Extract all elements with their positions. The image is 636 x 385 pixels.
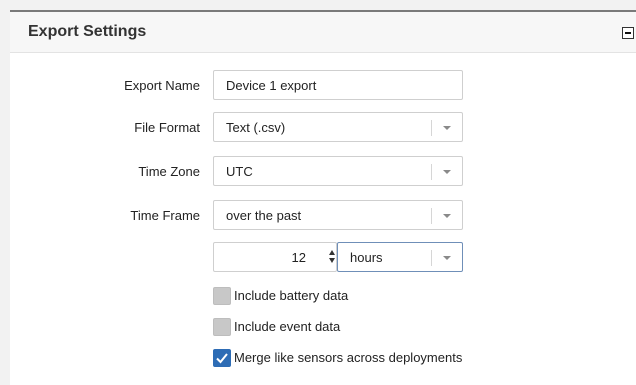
- include-event-checkbox[interactable]: [213, 318, 231, 336]
- collapse-minus-icon[interactable]: [622, 27, 634, 39]
- merge-sensors-checkbox[interactable]: [213, 349, 231, 367]
- caret-down-icon: [443, 126, 451, 130]
- spin-up-icon[interactable]: [329, 250, 335, 255]
- caret-down-icon: [443, 256, 451, 260]
- export-settings-panel: Export Settings Export Name Device 1 exp…: [10, 10, 636, 385]
- time-amount-stepper[interactable]: 12: [213, 242, 337, 272]
- panel-header: Export Settings: [10, 12, 636, 53]
- export-name-input[interactable]: Device 1 export: [213, 70, 463, 100]
- checkmark-icon: [216, 353, 228, 364]
- panel-title: Export Settings: [28, 23, 147, 40]
- file-format-select[interactable]: Text (.csv): [213, 112, 463, 142]
- time-unit-value: hours: [350, 250, 383, 265]
- spin-down-icon[interactable]: [329, 258, 335, 263]
- time-frame-label: Time Frame: [130, 208, 200, 223]
- caret-down-icon: [443, 214, 451, 218]
- caret-down-icon: [443, 170, 451, 174]
- time-frame-select[interactable]: over the past: [213, 200, 463, 230]
- time-zone-value: UTC: [226, 164, 253, 179]
- file-format-label: File Format: [134, 120, 200, 135]
- include-event-label: Include event data: [234, 319, 341, 334]
- time-zone-label: Time Zone: [138, 164, 200, 179]
- merge-sensors-label: Merge like sensors across deployments: [234, 350, 463, 365]
- export-name-value: Device 1 export: [226, 78, 317, 93]
- time-zone-select[interactable]: UTC: [213, 156, 463, 186]
- include-battery-checkbox[interactable]: [213, 287, 231, 305]
- time-frame-value: over the past: [226, 208, 302, 223]
- file-format-value: Text (.csv): [226, 120, 286, 135]
- include-battery-label: Include battery data: [234, 288, 349, 303]
- time-amount-value: 12: [291, 250, 306, 265]
- page: Export Settings Export Name Device 1 exp…: [0, 0, 636, 385]
- export-name-label: Export Name: [124, 78, 200, 93]
- time-unit-select[interactable]: hours: [337, 242, 463, 272]
